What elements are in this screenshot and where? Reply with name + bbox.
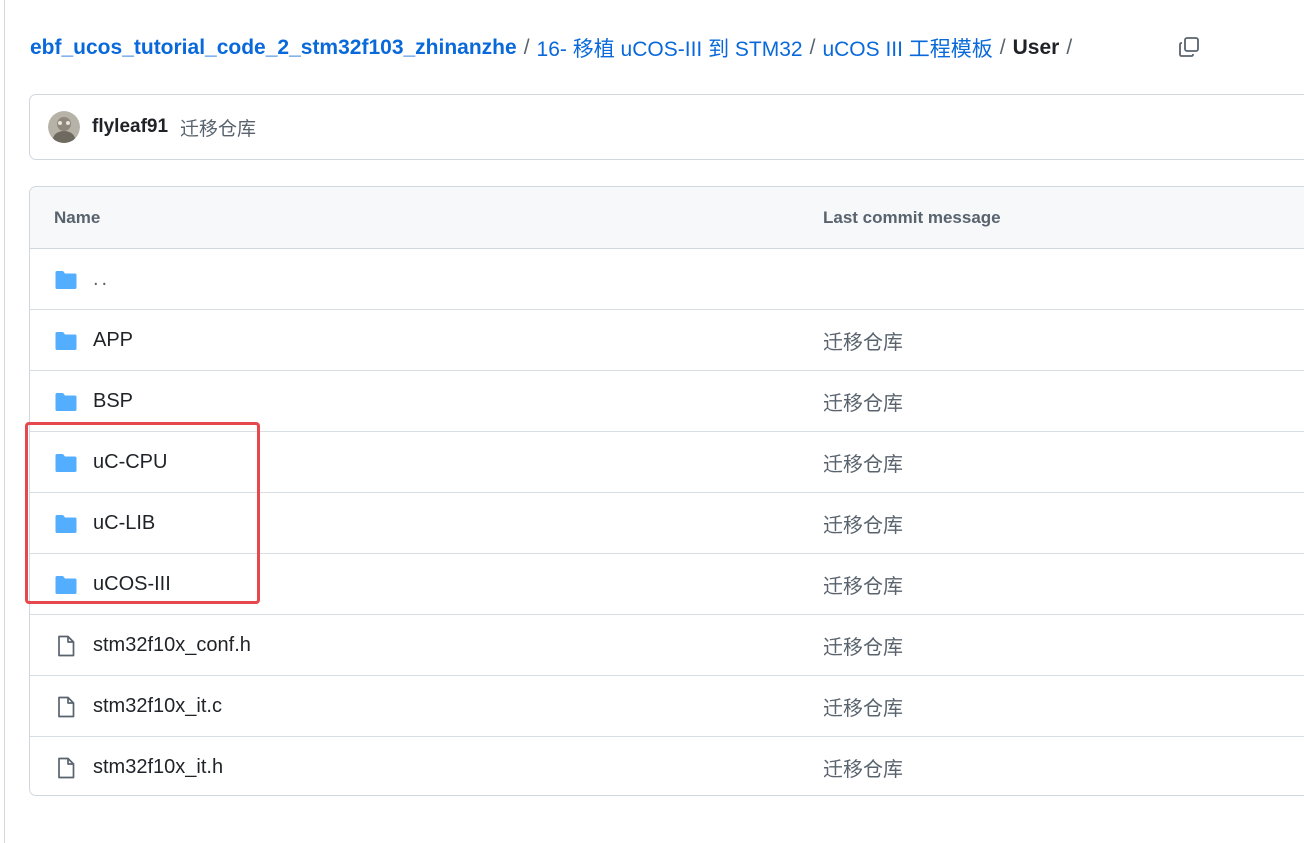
table-row-parent[interactable]: .. [30, 249, 1304, 310]
breadcrumb-separator: / [809, 36, 816, 59]
commit-message[interactable]: 迁移仓库 [823, 631, 903, 660]
commit-message[interactable]: 迁移仓库 [823, 753, 903, 782]
table-row[interactable]: uCOS-III 迁移仓库 [30, 554, 1304, 615]
latest-commit-box: flyleaf91 迁移仓库 [29, 94, 1304, 160]
table-row[interactable]: stm32f10x_it.h 迁移仓库 [30, 737, 1304, 795]
commit-message[interactable]: 迁移仓库 [823, 692, 903, 721]
file-icon [58, 696, 75, 718]
header-last-commit: Last commit message [823, 207, 1001, 227]
breadcrumb-repo-link[interactable]: ebf_ucos_tutorial_code_2_stm32f103_zhina… [30, 36, 517, 60]
breadcrumb-separator: / [999, 36, 1006, 59]
page: ebf_ucos_tutorial_code_2_stm32f103_zhina… [0, 0, 1304, 843]
file-table: Name Last commit message .. APP 迁移仓库 BSP… [29, 186, 1304, 796]
left-divider [4, 0, 5, 843]
folder-icon [55, 271, 77, 289]
breadcrumb-separator: / [1066, 36, 1073, 59]
breadcrumb-current: User [1012, 36, 1060, 59]
commit-message[interactable]: 迁移仓库 [823, 326, 903, 355]
file-name[interactable]: APP [93, 329, 133, 352]
table-row[interactable]: stm32f10x_conf.h 迁移仓库 [30, 615, 1304, 676]
file-name[interactable]: .. [93, 268, 110, 291]
table-row[interactable]: APP 迁移仓库 [30, 310, 1304, 371]
copy-path-button[interactable] [1172, 30, 1206, 64]
table-row[interactable]: stm32f10x_it.c 迁移仓库 [30, 676, 1304, 737]
file-name[interactable]: uC-LIB [93, 512, 155, 535]
commit-message[interactable]: 迁移仓库 [823, 387, 903, 416]
breadcrumb-chapter-link[interactable]: 16- 移植 uCOS-III 到 STM32 [537, 33, 803, 63]
copy-icon [1179, 37, 1199, 57]
file-icon [58, 757, 75, 779]
table-row[interactable]: uC-LIB 迁移仓库 [30, 493, 1304, 554]
file-name[interactable]: stm32f10x_it.c [93, 695, 222, 718]
commit-message[interactable]: 迁移仓库 [823, 570, 903, 599]
commit-message[interactable]: 迁移仓库 [823, 448, 903, 477]
file-icon [58, 635, 75, 657]
avatar[interactable] [48, 111, 80, 143]
header-name: Name [54, 207, 101, 227]
commit-message[interactable]: 迁移仓库 [180, 114, 256, 141]
breadcrumb-template-link[interactable]: uCOS III 工程模板 [822, 33, 992, 63]
file-name[interactable]: stm32f10x_it.h [93, 756, 223, 779]
table-row[interactable]: uC-CPU 迁移仓库 [30, 432, 1304, 493]
file-name[interactable]: uCOS-III [93, 573, 171, 596]
folder-icon [55, 332, 77, 350]
file-name[interactable]: BSP [93, 390, 133, 413]
table-row[interactable]: BSP 迁移仓库 [30, 371, 1304, 432]
commit-author[interactable]: flyleaf91 [92, 116, 168, 138]
breadcrumb-separator: / [523, 36, 530, 59]
folder-icon [55, 393, 77, 411]
table-header: Name Last commit message [30, 187, 1304, 249]
file-name[interactable]: uC-CPU [93, 451, 167, 474]
folder-icon [55, 454, 77, 472]
breadcrumb: ebf_ucos_tutorial_code_2_stm32f103_zhina… [30, 30, 1079, 66]
folder-icon [55, 515, 77, 533]
commit-message[interactable]: 迁移仓库 [823, 509, 903, 538]
folder-icon [55, 576, 77, 594]
file-name[interactable]: stm32f10x_conf.h [93, 634, 251, 657]
